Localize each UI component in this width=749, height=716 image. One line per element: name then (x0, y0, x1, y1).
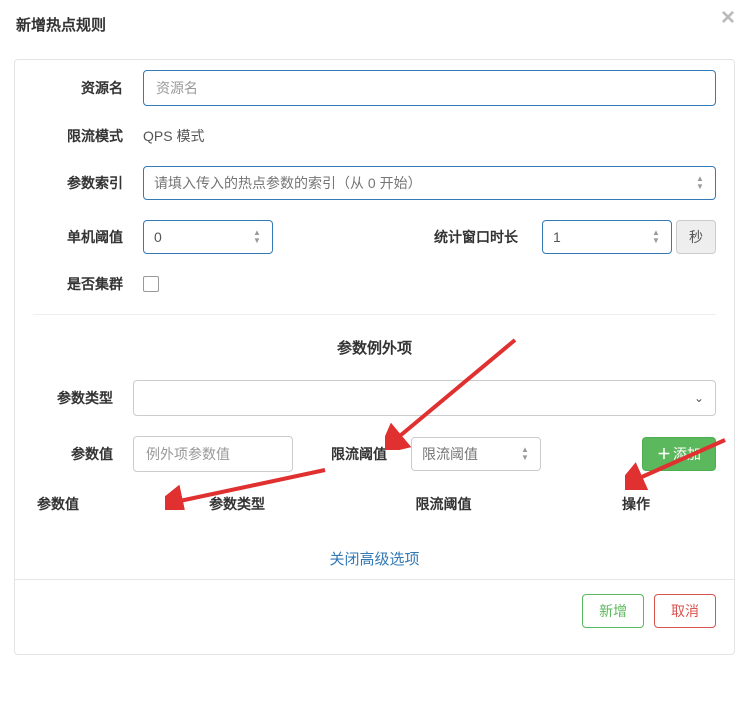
modal-title: 新增热点规则 (16, 17, 106, 34)
paramidx-label: 参数索引 (33, 173, 143, 193)
close-advanced-link[interactable]: 关闭高级选项 (329, 551, 419, 568)
resource-input[interactable] (143, 70, 716, 106)
window-input[interactable] (542, 220, 672, 254)
th-action: 操作 (622, 494, 712, 514)
cluster-checkbox[interactable] (143, 276, 159, 292)
paramtype-select[interactable] (133, 380, 716, 416)
mode-label: 限流模式 (33, 126, 143, 146)
paramtype-label: 参数类型 (33, 388, 133, 408)
th-paramtype: 参数类型 (209, 494, 415, 514)
paramval-input[interactable] (133, 436, 293, 472)
form-panel: 资源名 限流模式 QPS 模式 参数索引 ▲▼ 单机阈值 ▲▼ 统计窗口时长 (14, 59, 735, 655)
modal-footer: 新增 取消 (15, 579, 734, 642)
window-label: 统计窗口时长 (404, 227, 534, 247)
paramval-label: 参数值 (33, 444, 133, 464)
window-unit: 秒 (676, 220, 716, 254)
th-flowlimit: 限流阈值 (416, 494, 622, 514)
submit-button[interactable]: 新增 (582, 594, 644, 628)
flowlimit-label: 限流阈值 (301, 444, 403, 464)
flowlimit-input[interactable] (411, 437, 541, 471)
mode-value: QPS 模式 (143, 126, 204, 146)
paramidx-input[interactable] (143, 166, 716, 200)
plus-icon: ＋ (657, 444, 671, 464)
add-button[interactable]: ＋ 添加 (642, 437, 716, 471)
threshold-label: 单机阈值 (33, 227, 143, 247)
cluster-label: 是否集群 (33, 274, 143, 294)
exception-title: 参数例外项 (15, 325, 734, 370)
close-icon[interactable]: × (721, 6, 735, 30)
cancel-button[interactable]: 取消 (654, 594, 716, 628)
exception-table-header: 参数值 参数类型 限流阈值 操作 (15, 482, 734, 518)
resource-label: 资源名 (33, 78, 143, 98)
th-paramval: 参数值 (37, 494, 209, 514)
threshold-input[interactable] (143, 220, 273, 254)
divider (33, 314, 716, 315)
